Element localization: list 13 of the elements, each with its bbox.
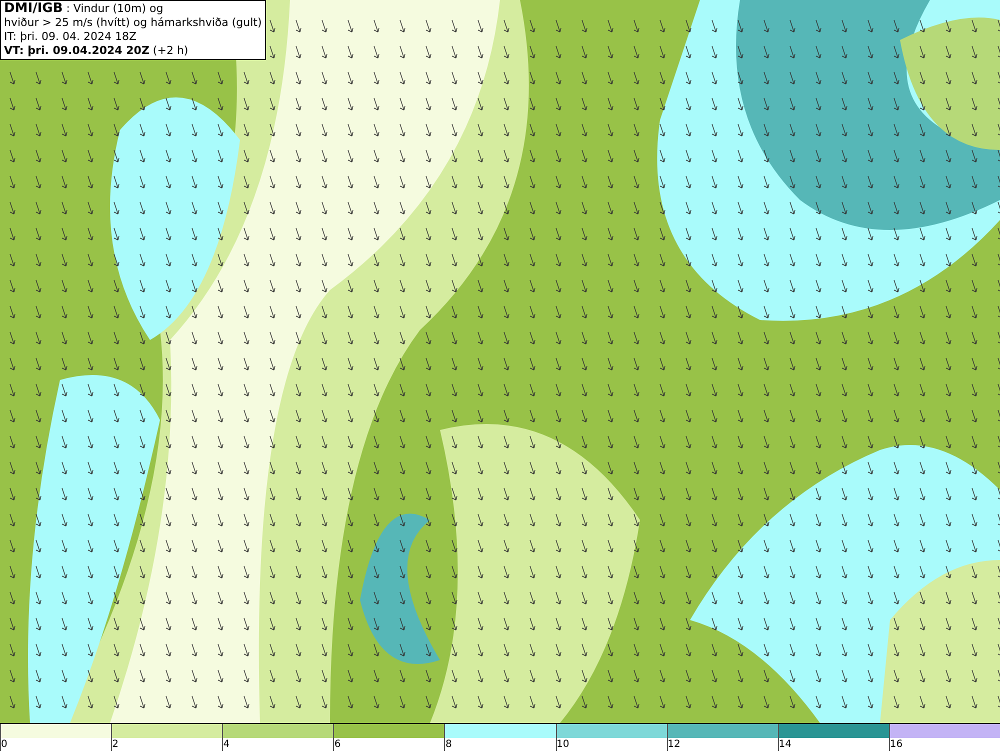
title-line: DMI/IGB : Vindur (10m) og xyxy=(4,2,164,16)
legend-label: 0 xyxy=(1,738,8,751)
legend-label: 2 xyxy=(112,738,118,751)
legend-label: 16 xyxy=(890,738,903,751)
legend-label: 8 xyxy=(445,738,452,751)
legend-label: 10 xyxy=(556,738,570,751)
legend-label: 14 xyxy=(778,738,792,751)
valid-time: VT: þri. 09.04.2024 20Z (+2 h) xyxy=(4,44,190,58)
legend-label: 6 xyxy=(334,738,341,751)
description-line: hviður > 25 m/s (hvítt) og hámarkshviða (gult) xyxy=(4,16,262,30)
legend-label: 4 xyxy=(223,738,230,751)
legend-label: 12 xyxy=(668,738,680,751)
issue-time: IT: þri. 09. 04. 2024 18Z xyxy=(4,30,138,44)
